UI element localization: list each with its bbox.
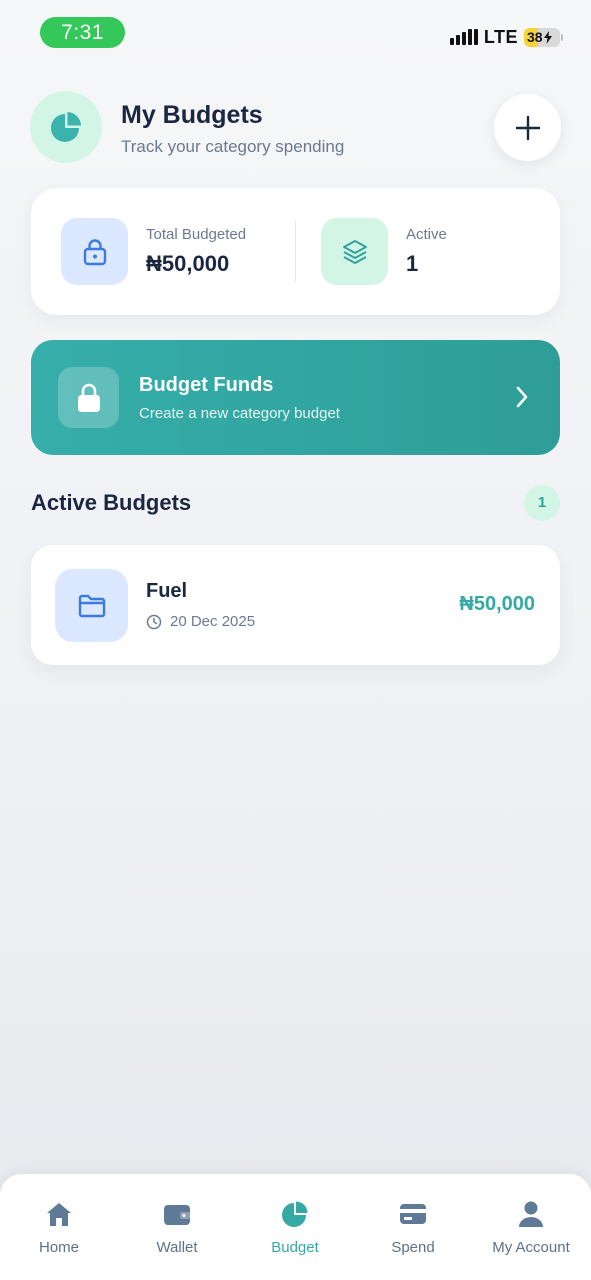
lock-icon — [61, 218, 128, 285]
home-icon — [0, 1199, 118, 1229]
user-icon — [472, 1199, 590, 1229]
charging-icon — [543, 30, 552, 44]
lock-icon — [58, 367, 119, 428]
budget-date-row: 20 Dec 2025 — [146, 613, 255, 630]
budget-amount: ₦50,000 — [459, 593, 535, 615]
chevron-right-icon — [514, 385, 530, 414]
battery-cap — [561, 33, 563, 41]
nav-label: Wallet — [156, 1239, 198, 1256]
pie-chart-icon — [236, 1199, 354, 1229]
total-budgeted-label: Total Budgeted — [146, 226, 247, 243]
status-indicators: LTE 38 — [449, 26, 563, 48]
page-title: My Budgets — [121, 101, 263, 129]
battery-level: 38 — [527, 29, 543, 45]
active-label: Active — [406, 226, 447, 243]
pie-chart-icon — [30, 91, 102, 163]
network-label: LTE — [483, 26, 518, 47]
status-time: 7:31 — [40, 17, 125, 48]
nav-spend[interactable]: Spend — [354, 1199, 472, 1256]
card-icon — [354, 1199, 472, 1229]
count-badge: 1 — [524, 485, 560, 521]
budget-funds-button[interactable]: Budget Funds Create a new category budge… — [31, 340, 560, 455]
nav-label: Budget — [271, 1239, 319, 1256]
page-subtitle: Track your category spending — [121, 137, 345, 156]
status-bar: 7:31 LTE 38 — [0, 0, 591, 70]
nav-label: My Account — [492, 1239, 570, 1256]
budget-list-item[interactable]: Fuel 20 Dec 2025 ₦50,000 — [31, 545, 560, 665]
clock-icon — [146, 614, 162, 629]
active-value: 1 — [406, 251, 419, 276]
wallet-icon — [118, 1199, 236, 1229]
plus-icon — [515, 115, 540, 140]
folder-icon — [55, 569, 128, 642]
nav-budget[interactable]: Budget — [236, 1199, 354, 1256]
nav-my-account[interactable]: My Account — [472, 1199, 590, 1256]
battery-icon: 38 — [524, 27, 560, 47]
nav-wallet[interactable]: Wallet — [118, 1199, 236, 1256]
stat-divider — [295, 221, 296, 282]
page-header: My Budgets Track your category spending — [30, 91, 561, 163]
nav-label: Spend — [391, 1239, 435, 1256]
layers-icon — [321, 218, 388, 285]
cta-title: Budget Funds — [139, 374, 274, 396]
total-budgeted-value: ₦50,000 — [146, 251, 230, 276]
nav-label: Home — [38, 1239, 79, 1256]
budget-name: Fuel — [146, 580, 188, 602]
cta-subtitle: Create a new category budget — [139, 405, 340, 422]
budget-date: 20 Dec 2025 — [170, 613, 256, 630]
bottom-nav: Home Wallet Budget Spend My Account — [0, 1174, 591, 1280]
nav-home[interactable]: Home — [0, 1199, 118, 1256]
add-budget-button[interactable] — [494, 94, 561, 161]
section-title: Active Budgets — [31, 490, 192, 515]
summary-card: Total Budgeted ₦50,000 Active 1 — [31, 188, 560, 315]
signal-icon — [449, 29, 478, 45]
